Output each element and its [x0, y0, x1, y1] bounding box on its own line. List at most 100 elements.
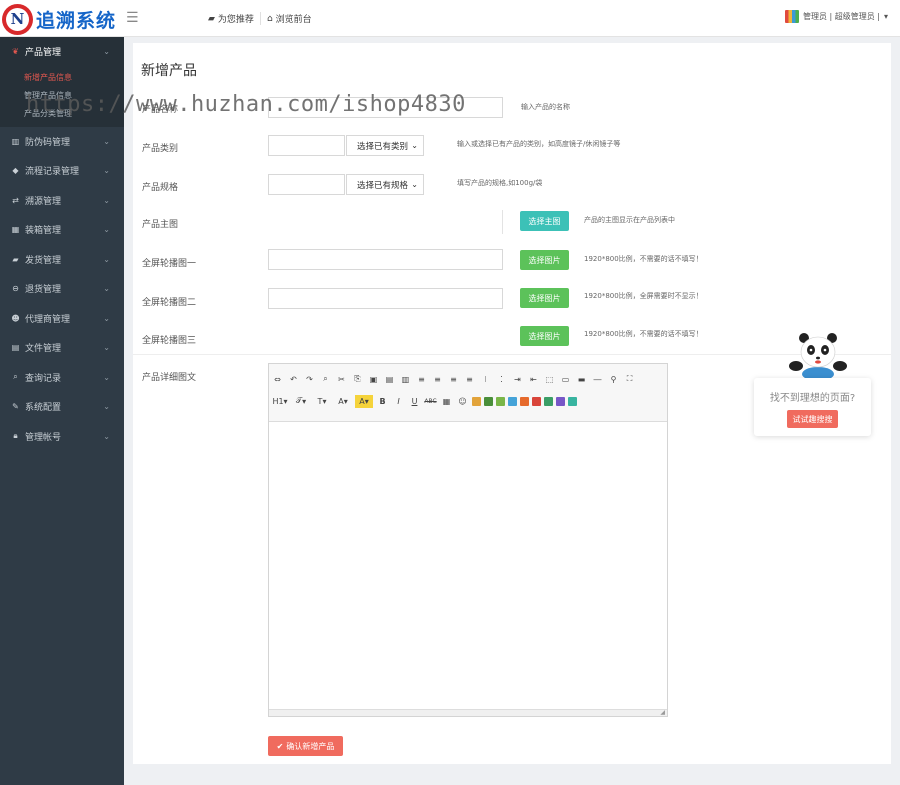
- rich-text-editor[interactable]: ⇔ ↶ ↷ ⌕ ✂ ⎘ ▣ ▤ ▥ ≡ ≡ ≡ ≡ ⁝ ⁚ ⇥ ⇤ ⬚ ▭ ▬: [268, 363, 668, 717]
- undo-icon[interactable]: ↶: [287, 373, 300, 386]
- nav-frontend[interactable]: ⌂ 浏览前台: [261, 12, 318, 26]
- align-right-icon[interactable]: ≡: [447, 373, 460, 386]
- tag-icon: ◆: [12, 166, 19, 176]
- carousel-1-input[interactable]: [268, 249, 503, 270]
- unordered-list-icon[interactable]: ⁚: [495, 373, 508, 386]
- highlight-button[interactable]: A▾: [355, 394, 373, 408]
- table-icon[interactable]: ▦: [440, 395, 453, 408]
- app-logo[interactable]: N 追溯系统: [2, 3, 116, 35]
- heading-button[interactable]: H1 ▾: [271, 395, 289, 408]
- menu-toggle-icon[interactable]: ☰: [126, 10, 139, 26]
- choose-carousel-2-button[interactable]: 选择图片: [520, 288, 569, 308]
- copy-icon[interactable]: ⎘: [351, 373, 364, 386]
- font-color-label: A: [338, 396, 344, 406]
- user-menu[interactable]: 管理员 | 超级管理员 | ▾: [784, 10, 888, 23]
- help-search-button[interactable]: 试试趣搜搜: [787, 410, 838, 428]
- sidebar-item-account[interactable]: 🔒︎ 管理帐号 ⌄: [0, 422, 124, 452]
- strike-button[interactable]: ABC: [424, 395, 437, 408]
- resize-grip-icon[interactable]: ◢: [660, 709, 665, 716]
- chevron-down-icon: ⌄: [103, 195, 110, 205]
- submenu-item-manage-product[interactable]: 管理产品信息: [0, 87, 124, 105]
- sidebar-item-label: 防伪码管理: [25, 137, 71, 148]
- sidebar-group-product: ❦ 产品管理 ⌄ 新增产品信息 管理产品信息 产品分类管理: [0, 37, 124, 127]
- paste-word-icon[interactable]: ▥: [399, 373, 412, 386]
- name-input[interactable]: [268, 97, 503, 118]
- sidebar-item-packing[interactable]: ▦ 装箱管理 ⌄: [0, 215, 124, 245]
- sidebar-item-agents[interactable]: ☻ 代理商管理 ⌄: [0, 304, 124, 334]
- insert-code-icon[interactable]: [520, 396, 529, 406]
- detail-label: 产品详细图文: [142, 373, 197, 383]
- insert-map-icon[interactable]: [508, 396, 517, 406]
- carousel-2-input[interactable]: [268, 288, 503, 309]
- submenu-item-add-product[interactable]: 新增产品信息: [0, 69, 124, 87]
- link-icon[interactable]: ⚲: [607, 373, 620, 386]
- nav-recommend[interactable]: ▰ 为您推荐: [202, 12, 261, 25]
- spec-select[interactable]: 选择已有规格 ⌄: [346, 174, 424, 195]
- category-select[interactable]: 选择已有类别 ⌄: [346, 135, 424, 156]
- align-left-icon[interactable]: ≡: [415, 373, 428, 386]
- indent-icon[interactable]: ⇥: [511, 373, 524, 386]
- row-main-image: 产品主图 选择主图 产品的主图显示在产品列表中: [133, 210, 891, 234]
- insert-template-icon[interactable]: [544, 396, 553, 406]
- truck-icon: ▰: [12, 254, 19, 264]
- nav-recommend-label: 为您推荐: [217, 15, 254, 25]
- cut-icon[interactable]: ✂: [335, 373, 348, 386]
- sidebar-item-label: 管理帐号: [25, 432, 62, 443]
- ordered-list-icon[interactable]: ⁝: [479, 373, 492, 386]
- choose-carousel-3-button[interactable]: 选择图片: [520, 326, 569, 346]
- insert-media-icon[interactable]: [484, 396, 493, 406]
- row-category: 产品类别 选择已有类别 ⌄ 输入或选择已有产品的类别，如高度镜子/休闲镜子等: [133, 134, 891, 158]
- insert-file-icon[interactable]: [496, 396, 505, 406]
- clear-format-icon[interactable]: [568, 396, 577, 406]
- sidebar-item-process[interactable]: ◆ 流程记录管理 ⌄: [0, 156, 124, 186]
- insert-image-icon[interactable]: [472, 396, 481, 406]
- sidebar-item-trace[interactable]: ⇄ 溯源管理 ⌄: [0, 186, 124, 216]
- sidebar-item-label: 系统配置: [25, 403, 62, 414]
- panda-mascot-icon[interactable]: [783, 330, 853, 380]
- outdent-icon[interactable]: ⇤: [527, 373, 540, 386]
- submenu-item-category[interactable]: 产品分类管理: [0, 105, 124, 123]
- paste-icon[interactable]: ▣: [367, 373, 380, 386]
- name-label: 产品名称: [142, 105, 179, 115]
- row-carousel-3: 全屏轮播图三 选择图片 1920*800比例，不需要的话不填写！: [133, 325, 891, 349]
- insert-anchor-icon[interactable]: [532, 396, 541, 406]
- align-justify-icon[interactable]: ≡: [463, 373, 476, 386]
- sidebar-item-files[interactable]: ▤ 文件管理 ⌄: [0, 333, 124, 363]
- italic-button[interactable]: I: [392, 395, 405, 408]
- fullscreen-icon[interactable]: ⛶: [623, 373, 636, 386]
- align-center-icon[interactable]: ≡: [431, 373, 444, 386]
- image-icon[interactable]: ▭: [559, 373, 572, 386]
- sidebar: ❦ 产品管理 ⌄ 新增产品信息 管理产品信息 产品分类管理 ▥ 防伪码管理 ⌄ …: [0, 37, 124, 785]
- sidebar-item-anticounterfeit[interactable]: ▥ 防伪码管理 ⌄: [0, 127, 124, 157]
- divider: [133, 354, 891, 355]
- bold-button[interactable]: B: [376, 395, 389, 408]
- hr-icon[interactable]: ―: [591, 373, 604, 386]
- insert-page-break-icon[interactable]: [556, 396, 565, 406]
- choose-main-image-button[interactable]: 选择主图: [520, 211, 569, 231]
- redo-icon[interactable]: ↷: [303, 373, 316, 386]
- sidebar-item-returns[interactable]: ⊖ 退货管理 ⌄: [0, 274, 124, 304]
- font-color-button[interactable]: A ▾: [334, 395, 352, 408]
- font-family-button[interactable]: 𝒯 ▾: [292, 395, 310, 408]
- paste-text-icon[interactable]: ▤: [383, 373, 396, 386]
- sidebar-item-product[interactable]: ❦ 产品管理 ⌄: [0, 37, 124, 67]
- category-input[interactable]: [268, 135, 345, 156]
- chevron-down-icon: ⌄: [103, 166, 110, 176]
- sidebar-item-query[interactable]: ⌕ 查询记录 ⌄: [0, 363, 124, 393]
- source-icon[interactable]: ⇔: [271, 373, 284, 386]
- flash-icon[interactable]: ▬: [575, 373, 588, 386]
- emoticon-icon[interactable]: ☺: [456, 395, 469, 408]
- preview-icon[interactable]: ⌕: [319, 373, 332, 386]
- spec-hint: 填写产品的规格,如100g/袋: [457, 179, 543, 187]
- spec-input[interactable]: [268, 174, 345, 195]
- font-size-button[interactable]: T ▾: [313, 395, 331, 408]
- editor-content-area[interactable]: [269, 422, 667, 709]
- choose-carousel-1-button[interactable]: 选择图片: [520, 250, 569, 270]
- sidebar-item-config[interactable]: ✎ 系统配置 ⌄: [0, 392, 124, 422]
- carousel-3-label: 全屏轮播图三: [142, 336, 197, 346]
- sidebar-item-shipping[interactable]: ▰ 发货管理 ⌄: [0, 245, 124, 275]
- user-label: 管理员 | 超级管理员 |: [802, 12, 880, 21]
- underline-button[interactable]: U: [408, 395, 421, 408]
- submit-button[interactable]: ✔ 确认新增产品: [268, 736, 343, 756]
- select-all-icon[interactable]: ⬚: [543, 373, 556, 386]
